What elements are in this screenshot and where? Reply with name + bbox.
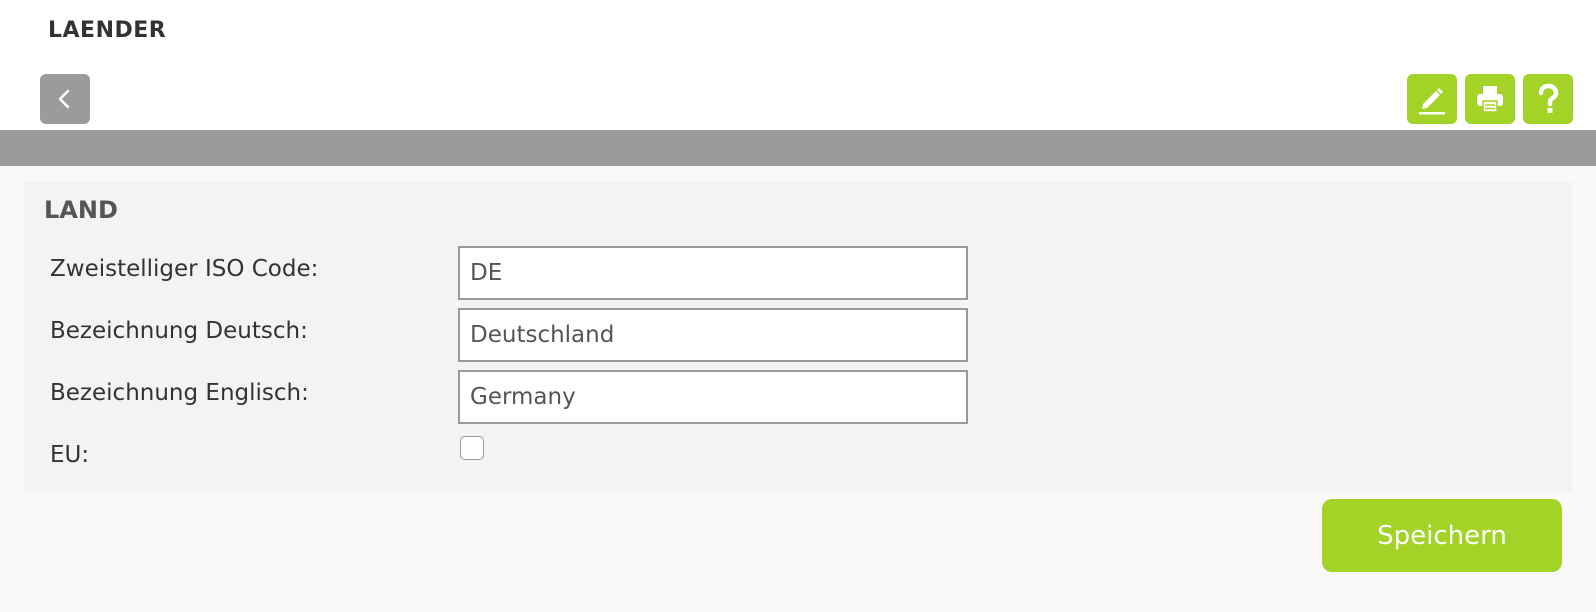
toolbar-divider-bar	[0, 130, 1596, 166]
pencil-icon	[1419, 88, 1445, 115]
section-title: LAND	[44, 196, 118, 224]
printer-icon	[1477, 86, 1503, 113]
save-button[interactable]: Speichern	[1322, 499, 1562, 572]
name-english-label: Bezeichnung Englisch:	[50, 380, 309, 406]
eu-checkbox[interactable]	[460, 436, 484, 460]
name-german-label: Bezeichnung Deutsch:	[50, 318, 308, 344]
help-button[interactable]	[1523, 74, 1573, 124]
iso-code-label: Zweistelliger ISO Code:	[50, 256, 319, 282]
print-button[interactable]	[1465, 74, 1515, 124]
save-button-label: Speichern	[1377, 520, 1507, 551]
name-english-input[interactable]	[458, 370, 968, 424]
chevron-left-icon	[58, 89, 70, 109]
eu-label: EU:	[50, 442, 90, 468]
question-mark-icon	[1538, 83, 1559, 113]
name-german-input[interactable]	[458, 308, 968, 362]
header: LAENDER	[0, 0, 1596, 130]
iso-code-input[interactable]	[458, 246, 968, 300]
back-button[interactable]	[40, 74, 90, 124]
page-title: LAENDER	[48, 18, 167, 43]
land-form-panel: LAND Zweistelliger ISO Code: Bezeichnung…	[24, 182, 1572, 492]
edit-button[interactable]	[1407, 74, 1457, 124]
